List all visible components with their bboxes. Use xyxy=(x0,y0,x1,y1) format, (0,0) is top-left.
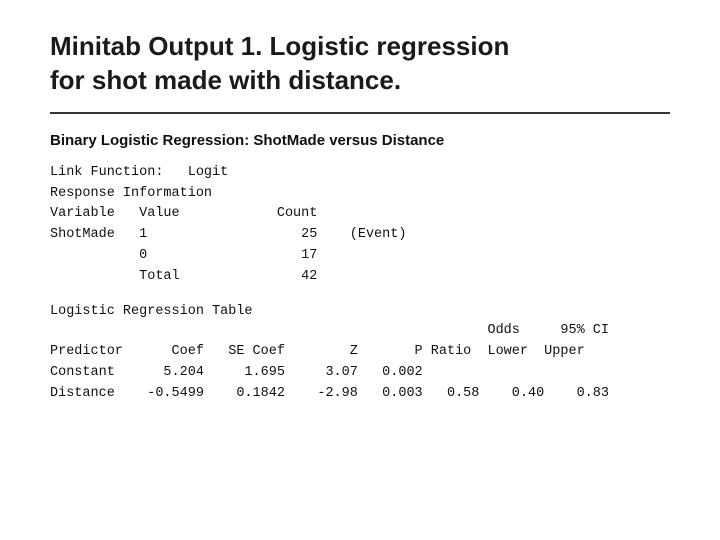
title-line2: for shot made with distance. xyxy=(50,65,401,95)
regression-table-row1: Constant 5.204 1.695 3.07 0.002 xyxy=(50,363,670,384)
regression-table-row2: Distance -0.5499 0.1842 -2.98 0.003 0.58… xyxy=(50,384,670,405)
title-divider xyxy=(50,112,670,114)
title-line1: Minitab Output 1. Logistic regression xyxy=(50,31,509,61)
regression-table-label: Logistic Regression Table xyxy=(50,304,670,319)
page-title: Minitab Output 1. Logistic regression fo… xyxy=(50,30,670,98)
section-header: Binary Logistic Regression: ShotMade ver… xyxy=(50,132,670,149)
regression-table-col-headers: Predictor Coef SE Coef Z P Ratio Lower U… xyxy=(50,342,670,363)
page-container: Minitab Output 1. Logistic regression fo… xyxy=(0,0,720,540)
link-function-block: Link Function: Logit Response Informatio… xyxy=(50,163,670,289)
regression-table-header-indent: Odds 95% CI xyxy=(50,321,670,342)
